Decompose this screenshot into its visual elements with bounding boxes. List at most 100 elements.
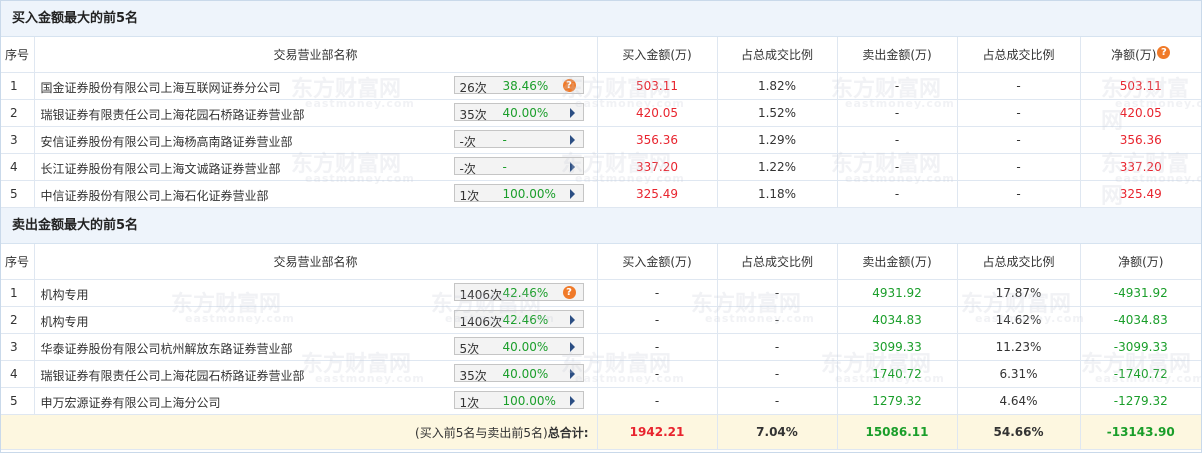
dept-stat-count: 35次 (459, 369, 487, 383)
col-sell-amount: 卖出金额(万) (837, 37, 958, 73)
dept-stat-widget[interactable]: 35次 40.00% (453, 103, 584, 122)
buy-amount: - (597, 279, 718, 307)
col-dept: 交易营业部名称 (34, 244, 598, 280)
table-row: 4 瑞银证券有限责任公司上海花园石桥路证券营业部 35次 40.00% - -1740.7… (1, 360, 1201, 388)
dept-stat-widget[interactable]: 1次 100.00% (453, 184, 584, 203)
dept-stat-widget[interactable]: 1406次 42.46% (453, 310, 584, 329)
dept-stat-count: 26次 (459, 81, 487, 95)
total-row: (买入前5名与卖出前5名)总合计: 1942.21 7.04% 15086.11… (1, 414, 1201, 450)
dept-cell: 瑞银证券有限责任公司上海花园石桥路证券营业部 35次 40.00% (34, 360, 598, 388)
sell-ratio: 17.87% (957, 279, 1081, 307)
buy-ratio: 1.82% (717, 72, 838, 100)
buy-ratio: - (717, 387, 838, 415)
row-index: 4 (1, 153, 35, 181)
dept-cell: 机构专用 1406次 42.46% (34, 306, 598, 334)
dept-stat-widget[interactable]: 5次 40.00% (453, 337, 584, 356)
dept-name-link[interactable]: 瑞银证券有限责任公司上海花园石桥路证券营业部 (41, 106, 305, 123)
row-index: 4 (1, 360, 35, 388)
arrow-right-icon[interactable] (569, 369, 575, 379)
arrow-right-icon[interactable] (569, 108, 575, 118)
arrow-right-icon[interactable] (569, 162, 575, 172)
table-row: 4 长江证券股份有限公司上海文诚路证券营业部 -次 -337.20 1.22% - -337… (1, 153, 1201, 181)
dept-cell: 长江证券股份有限公司上海文诚路证券营业部 -次 - (34, 153, 598, 181)
dept-stat-count: -次 (459, 162, 476, 176)
row-index: 2 (1, 99, 35, 127)
total-label-strong: 总合计: (547, 425, 589, 440)
net-amount: 356.36 (1080, 126, 1201, 154)
dept-name-link[interactable]: 瑞银证券有限责任公司上海花园石桥路证券营业部 (41, 367, 305, 384)
dept-stat-pct: 42.46% (502, 286, 549, 300)
col-net: 净额(万) (1080, 244, 1201, 280)
dept-stat-widget[interactable]: 26次 38.46%? (453, 76, 584, 95)
dept-name-link[interactable]: 中信证券股份有限公司上海石化证券营业部 (41, 187, 269, 204)
dept-name-link[interactable]: 安信证券股份有限公司上海杨高南路证券营业部 (41, 133, 293, 150)
question-icon[interactable]: ? (562, 286, 576, 299)
dept-name-link[interactable]: 机构专用 (41, 313, 89, 330)
dept-stat-widget[interactable]: -次 - (453, 157, 584, 176)
net-amount: -1279.32 (1080, 387, 1201, 415)
arrow-right-icon[interactable] (569, 135, 575, 145)
col-dept: 交易营业部名称 (34, 37, 598, 73)
buy-amount: 503.11 (597, 72, 718, 100)
dept-stat-widget[interactable]: -次 - (453, 130, 584, 149)
sell-ratio: 11.23% (957, 333, 1081, 361)
col-sell-amount: 卖出金额(万) (837, 244, 958, 280)
dept-stat-widget[interactable]: 35次 40.00% (453, 364, 584, 383)
col-net-label: 净额(万) (1111, 48, 1157, 62)
row-index: 2 (1, 306, 35, 334)
buy-amount: 420.05 (597, 99, 718, 127)
sell-amount: 3099.33 (837, 333, 958, 361)
dept-stat-count: -次 (459, 135, 476, 149)
dept-name-link[interactable]: 申万宏源证券有限公司上海分公司 (41, 394, 221, 411)
dept-name-link[interactable]: 华泰证券股份有限公司杭州解放东路证券营业部 (41, 340, 293, 357)
arrow-right-icon[interactable] (569, 342, 575, 352)
buy-ratio: - (717, 306, 838, 334)
table-row: 3 安信证券股份有限公司上海杨高南路证券营业部 -次 -356.36 1.29% - -35… (1, 126, 1201, 154)
row-index: 1 (1, 279, 35, 307)
total-sell: 15086.11 (837, 414, 958, 450)
dept-stat-pct: 100.00% (502, 187, 556, 201)
buy-ratio: - (717, 279, 838, 307)
question-icon[interactable]: ? (562, 79, 576, 92)
table-row: 1 国金证券股份有限公司上海互联网证券分公司 26次 38.46%? 503.11 1.8… (1, 72, 1201, 100)
question-icon[interactable]: ? (1157, 46, 1171, 59)
col-net: 净额(万)? (1080, 37, 1201, 73)
sell-amount: 1740.72 (837, 360, 958, 388)
dept-name-link[interactable]: 国金证券股份有限公司上海互联网证券分公司 (41, 79, 281, 96)
dept-cell: 瑞银证券有限责任公司上海花园石桥路证券营业部 35次 40.00% (34, 99, 598, 127)
sell-amount: 4931.92 (837, 279, 958, 307)
dept-stat-widget[interactable]: 1406次 42.46%? (453, 283, 584, 302)
buy-table-header: 序号 交易营业部名称 买入金额(万) 占总成交比例 卖出金额(万) 占总成交比例… (1, 37, 1201, 73)
sell-table-header: 序号 交易营业部名称 买入金额(万) 占总成交比例 卖出金额(万) 占总成交比例… (1, 244, 1201, 280)
net-amount: -4034.83 (1080, 306, 1201, 334)
table-row: 1 机构专用 1406次 42.46%? - -4931.92 17.87% -4931.92 (1, 279, 1201, 307)
sell-amount: - (837, 72, 958, 100)
arrow-right-icon[interactable] (569, 396, 575, 406)
dept-stat-widget[interactable]: 1次 100.00% (453, 391, 584, 410)
table-row: 2 瑞银证券有限责任公司上海花园石桥路证券营业部 35次 40.00% 420.05 1.… (1, 99, 1201, 127)
dept-name-link[interactable]: 机构专用 (41, 286, 89, 303)
sell-ratio: 6.31% (957, 360, 1081, 388)
buy-amount: - (597, 333, 718, 361)
sell-section-title: 卖出金额最大的前5名 (1, 208, 1201, 244)
arrow-right-icon[interactable] (569, 189, 575, 199)
arrow-right-icon[interactable] (569, 315, 575, 325)
buy-ratio: 1.18% (717, 180, 838, 208)
dept-cell: 国金证券股份有限公司上海互联网证券分公司 26次 38.46%? (34, 72, 598, 100)
dept-stat-count: 1406次 (459, 315, 503, 329)
buy-amount: 337.20 (597, 153, 718, 181)
sell-ratio: 4.64% (957, 387, 1081, 415)
total-buy-ratio: 7.04% (717, 414, 838, 450)
buy-table: 序号 交易营业部名称 买入金额(万) 占总成交比例 卖出金额(万) 占总成交比例… (1, 37, 1201, 208)
dept-cell: 安信证券股份有限公司上海杨高南路证券营业部 -次 - (34, 126, 598, 154)
buy-ratio: - (717, 360, 838, 388)
total-sell-ratio: 54.66% (957, 414, 1081, 450)
sell-ratio: - (957, 180, 1081, 208)
sell-amount: 4034.83 (837, 306, 958, 334)
dept-name-link[interactable]: 长江证券股份有限公司上海文诚路证券营业部 (41, 160, 281, 177)
dept-stat-count: 1次 (459, 189, 480, 203)
sell-amount: - (837, 153, 958, 181)
row-index: 5 (1, 387, 35, 415)
col-sell-ratio: 占总成交比例 (957, 244, 1081, 280)
net-amount: 325.49 (1080, 180, 1201, 208)
